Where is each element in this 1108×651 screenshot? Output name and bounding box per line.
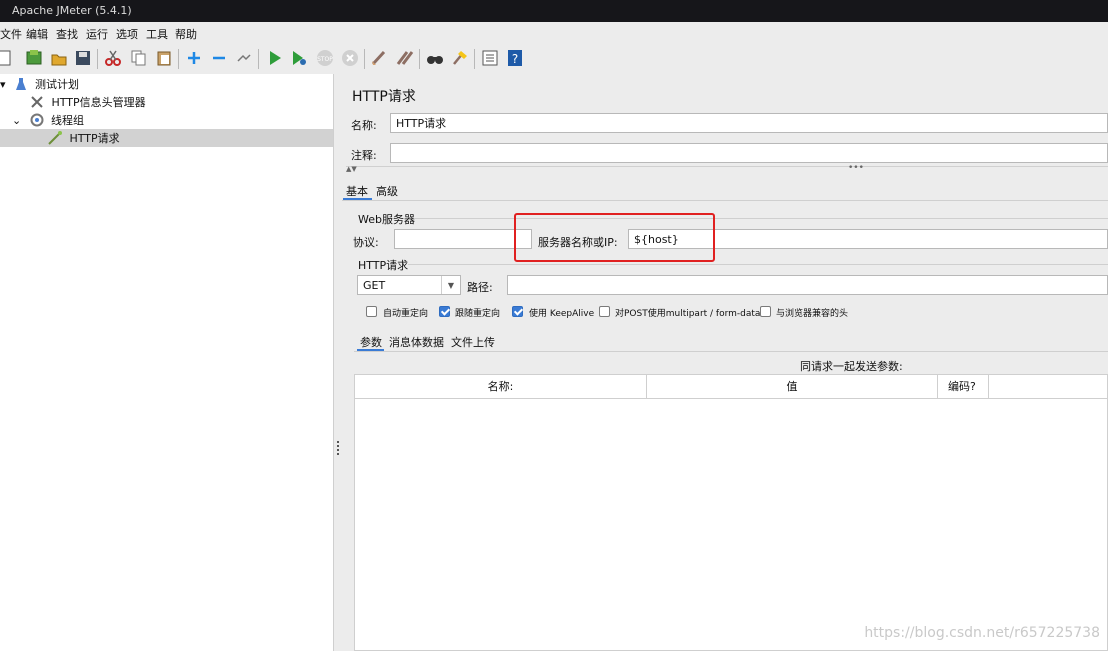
search-icon[interactable]: [426, 49, 444, 67]
new-icon[interactable]: [0, 49, 14, 67]
tree-node-test-plan[interactable]: ▾ 测试计划: [0, 76, 79, 94]
page-title: HTTP请求: [352, 89, 416, 105]
paste-icon[interactable]: [155, 49, 173, 67]
stop-icon[interactable]: STOP: [316, 49, 334, 67]
start-icon[interactable]: [266, 49, 284, 67]
auto-redirect-label: 自动重定向: [383, 309, 429, 319]
highlight-box: [514, 213, 715, 262]
menu-bar: 文件 编辑 查找 运行 选项 工具 帮助: [0, 22, 1108, 43]
protocol-field[interactable]: [394, 229, 532, 249]
start-no-pause-icon[interactable]: [290, 49, 308, 67]
http-request-group-label: HTTP请求: [358, 259, 409, 272]
menu-help[interactable]: 帮助: [175, 26, 197, 42]
section-divider[interactable]: ▲▼ •••: [346, 163, 1108, 175]
comment-field[interactable]: [390, 143, 1108, 163]
help-icon[interactable]: ?: [506, 49, 524, 67]
menu-search[interactable]: 查找: [56, 26, 78, 42]
tree-node-label: 线程组: [51, 114, 84, 127]
svg-text:STOP: STOP: [317, 56, 333, 63]
clear-all-icon[interactable]: [396, 49, 414, 67]
menu-file[interactable]: 文件: [0, 26, 22, 42]
tab-divider: [354, 351, 1108, 352]
tab-basic[interactable]: 基本: [346, 183, 368, 199]
menu-run[interactable]: 运行: [86, 26, 108, 42]
collapse-icon[interactable]: [210, 49, 228, 67]
divider-grip-icon[interactable]: •••: [848, 163, 864, 173]
cut-icon[interactable]: [104, 49, 122, 67]
toolbar: STOP ?: [0, 43, 1108, 75]
group-border: [408, 264, 1108, 265]
column-header-extra: [989, 375, 1107, 399]
method-select[interactable]: GET ▼: [357, 275, 461, 295]
expand-icon[interactable]: [185, 49, 203, 67]
auto-redirect-checkbox[interactable]: [366, 306, 377, 317]
tree-node-label: HTTP信息头管理器: [51, 96, 146, 109]
protocol-label: 协议:: [353, 236, 379, 249]
tree-node-label: HTTP请求: [69, 132, 120, 145]
keepalive-label: 使用 KeepAlive: [529, 309, 595, 319]
tab-parameters[interactable]: 参数: [360, 334, 382, 350]
column-header-name[interactable]: 名称:: [355, 375, 647, 399]
menu-options[interactable]: 选项: [116, 26, 138, 42]
tree-toggle-icon[interactable]: ▾: [0, 76, 10, 94]
browser-headers-checkbox[interactable]: [760, 306, 771, 317]
clear-icon[interactable]: [370, 49, 388, 67]
params-table[interactable]: 名称: 值 编码?: [354, 374, 1108, 651]
splitter-grip-icon[interactable]: [337, 441, 339, 455]
multipart-label: 对POST使用multipart / form-data: [615, 309, 761, 319]
test-plan-tree: ▾ 测试计划 HTTP信息头管理器 ⌄ 线程组 HTTP请求: [0, 74, 334, 651]
collapse-arrows-icon[interactable]: ▲▼: [346, 165, 357, 173]
window-title: Apache JMeter (5.4.1): [12, 4, 132, 17]
http-sampler-icon: [48, 131, 62, 145]
method-value: GET: [363, 279, 386, 292]
save-icon[interactable]: [74, 49, 92, 67]
comment-label: 注释:: [351, 149, 377, 162]
browser-headers-label: 与浏览器兼容的头: [776, 309, 849, 319]
shutdown-icon[interactable]: [341, 49, 359, 67]
header-manager-icon: [30, 95, 44, 109]
name-label: 名称:: [351, 119, 377, 132]
svg-text:?: ?: [512, 52, 518, 66]
follow-redirect-label: 跟随重定向: [455, 309, 501, 319]
multipart-checkbox[interactable]: [599, 306, 610, 317]
copy-icon[interactable]: [130, 49, 148, 67]
function-helper-icon[interactable]: [481, 49, 499, 67]
column-header-value[interactable]: 值: [647, 375, 938, 399]
tree-node-label: 测试计划: [35, 78, 79, 91]
tree-node-http-request[interactable]: HTTP请求: [48, 130, 120, 148]
column-header-encode[interactable]: 编码?: [938, 375, 989, 399]
chevron-down-icon[interactable]: ⌄: [12, 112, 26, 130]
web-server-group-label: Web服务器: [358, 213, 415, 226]
params-caption: 同请求一起发送参数:: [800, 360, 903, 373]
chevron-down-icon[interactable]: ▼: [441, 276, 460, 294]
tab-advanced[interactable]: 高级: [376, 183, 398, 199]
tab-files-upload[interactable]: 文件上传: [451, 334, 495, 350]
follow-redirect-checkbox[interactable]: [439, 306, 450, 317]
templates-icon[interactable]: [25, 49, 43, 67]
tab-body-data[interactable]: 消息体数据: [389, 334, 444, 350]
watermark: https://blog.csdn.net/r657225738: [864, 625, 1100, 641]
reset-search-icon[interactable]: [451, 49, 469, 67]
open-icon[interactable]: [50, 49, 68, 67]
test-plan-icon: [14, 77, 28, 91]
tab-divider: [342, 200, 1108, 201]
thread-group-icon: [30, 113, 44, 127]
tree-node-header-manager[interactable]: HTTP信息头管理器: [30, 94, 146, 112]
window-titlebar: Apache JMeter (5.4.1): [0, 0, 1108, 22]
toggle-icon[interactable]: [235, 49, 253, 67]
keepalive-checkbox[interactable]: [512, 306, 523, 317]
menu-tools[interactable]: 工具: [146, 26, 168, 42]
tree-node-thread-group[interactable]: ⌄ 线程组: [12, 112, 84, 130]
path-label: 路径:: [467, 281, 493, 294]
menu-edit[interactable]: 编辑: [26, 26, 48, 42]
panel-splitter[interactable]: [334, 74, 342, 651]
name-field[interactable]: HTTP请求: [390, 113, 1108, 133]
path-field[interactable]: [507, 275, 1108, 295]
